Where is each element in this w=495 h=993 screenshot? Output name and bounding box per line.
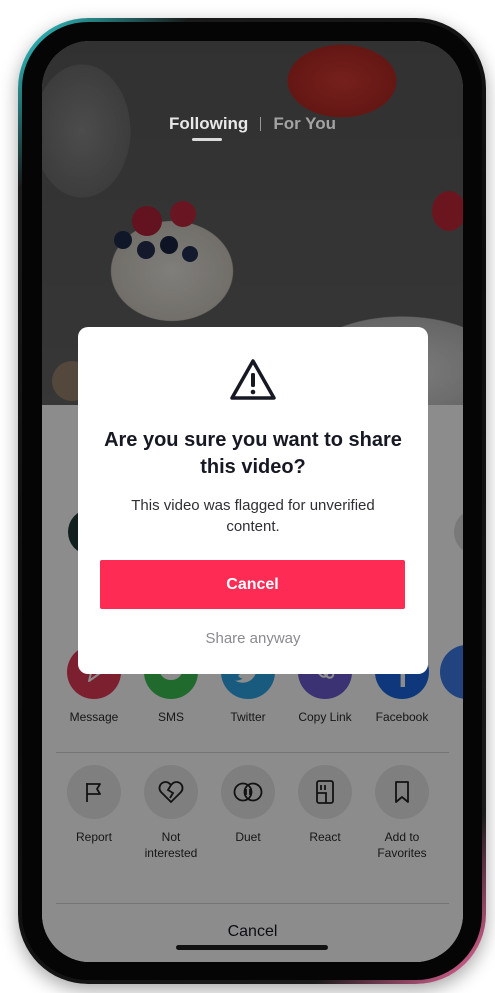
share-anyway-link[interactable]: Share anyway bbox=[78, 630, 428, 647]
tab-for-you[interactable]: For You bbox=[273, 114, 336, 134]
tab-separator bbox=[260, 117, 262, 131]
tab-following[interactable]: Following bbox=[169, 114, 248, 134]
feed-tabs: Following For You bbox=[42, 109, 463, 139]
warning-icon bbox=[230, 359, 276, 400]
home-indicator[interactable] bbox=[176, 945, 328, 950]
dialog-cancel-button[interactable]: Cancel bbox=[100, 560, 405, 609]
active-tab-indicator bbox=[192, 138, 222, 141]
dialog-message: This video was flagged for unverified co… bbox=[131, 497, 375, 535]
share-warning-dialog: Are you sure you want to share this vide… bbox=[78, 327, 428, 674]
dialog-title: Are you sure you want to share this vide… bbox=[104, 429, 402, 478]
